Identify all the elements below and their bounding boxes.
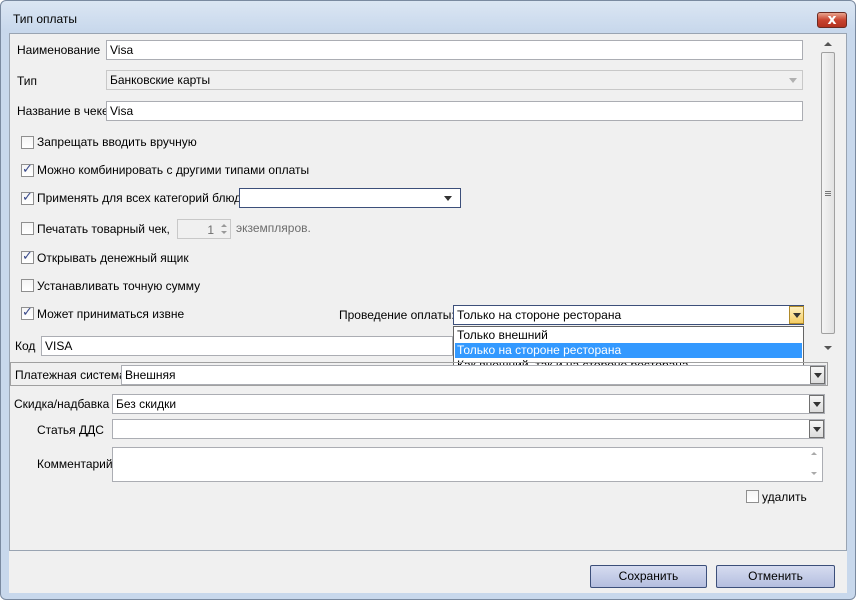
- cancel-button[interactable]: Отменить: [716, 565, 835, 588]
- payment-system-dropdown-button[interactable]: [810, 366, 825, 384]
- close-button[interactable]: x: [817, 12, 847, 28]
- scroll-up-icon[interactable]: [824, 42, 832, 46]
- payment-system-label: Платежная система:: [15, 368, 130, 382]
- print-receipt-checkbox[interactable]: [21, 222, 34, 235]
- payment-system-value: Внешняя: [125, 368, 176, 382]
- chevron-down-icon: [789, 78, 797, 83]
- grip-line: [825, 193, 831, 194]
- print-receipt-label: Печатать товарный чек,: [37, 222, 170, 236]
- code-label: Код: [15, 339, 36, 353]
- delete-label: удалить: [762, 490, 807, 504]
- name-input[interactable]: Visa: [106, 40, 803, 60]
- discount-label: Скидка/надбавка: [14, 397, 110, 411]
- stepper-down-icon[interactable]: [221, 231, 227, 234]
- checkmark-icon: ✓: [22, 162, 33, 177]
- comment-textarea[interactable]: [112, 447, 823, 482]
- window-title: Тип оплаты: [13, 12, 78, 26]
- chevron-down-icon: [813, 402, 821, 407]
- discount-select[interactable]: Без скидки: [112, 394, 825, 414]
- comment-label: Комментарий: [37, 457, 113, 471]
- delete-checkbox[interactable]: [746, 490, 759, 503]
- discount-dropdown-button[interactable]: [809, 395, 824, 413]
- processing-dropdown-button[interactable]: [789, 306, 804, 324]
- scroll-down-icon[interactable]: [824, 346, 832, 350]
- vertical-scrollbar[interactable]: [820, 38, 837, 356]
- category-dropdown[interactable]: [239, 188, 461, 208]
- close-icon: x: [827, 12, 837, 28]
- copies-value: 1: [207, 223, 214, 237]
- cash-drawer-checkbox[interactable]: ✓: [21, 249, 34, 264]
- combine-label: Можно комбинировать с другими типами опл…: [37, 163, 310, 177]
- name-label: Наименование: [17, 43, 101, 57]
- grip-line: [825, 195, 831, 196]
- option-external[interactable]: Только внешний: [455, 328, 802, 343]
- combine-checkbox[interactable]: ✓: [21, 162, 34, 177]
- title-bar[interactable]: Тип оплаты x: [1, 1, 855, 33]
- exact-amount-label: Устанавливать точную сумму: [37, 279, 201, 293]
- scroll-thumb[interactable]: [821, 52, 835, 334]
- receipt-name-input[interactable]: Visa: [106, 101, 803, 121]
- type-label: Тип: [17, 74, 38, 88]
- copies-suffix: экземпляров.: [236, 221, 311, 235]
- processing-value: Только на стороне ресторана: [457, 308, 622, 322]
- type-value: Банковские карты: [110, 73, 211, 87]
- exact-amount-checkbox[interactable]: [21, 279, 34, 292]
- chevron-down-icon: [793, 313, 801, 318]
- processing-label: Проведение оплаты:: [339, 308, 455, 322]
- checkmark-icon: ✓: [22, 190, 33, 205]
- code-input[interactable]: VISA: [41, 336, 453, 356]
- cashflow-select[interactable]: [112, 419, 825, 439]
- chevron-down-icon: [813, 427, 821, 432]
- cashflow-label: Статья ДДС: [37, 423, 104, 437]
- all-categories-checkbox[interactable]: ✓: [21, 190, 34, 205]
- type-select[interactable]: Банковские карты: [106, 70, 803, 90]
- save-button[interactable]: Сохранить: [590, 565, 707, 588]
- scroll-down-icon[interactable]: [811, 472, 817, 475]
- receipt-name-label: Название в чеке: [17, 104, 109, 118]
- payment-system-select[interactable]: Внешняя: [121, 365, 826, 385]
- cash-drawer-label: Открывать денежный ящик: [37, 251, 189, 265]
- checkmark-icon: ✓: [22, 249, 33, 264]
- copies-stepper[interactable]: 1: [177, 219, 231, 239]
- processing-select[interactable]: Только на стороне ресторана: [453, 305, 804, 325]
- external-accept-checkbox[interactable]: ✓: [21, 305, 34, 320]
- checkmark-icon: ✓: [22, 305, 33, 320]
- grip-line: [825, 191, 831, 192]
- payment-system-group: Платежная система: Внешняя: [10, 362, 828, 386]
- cashflow-dropdown-button[interactable]: [809, 420, 824, 438]
- option-restaurant[interactable]: Только на стороне ресторана: [455, 343, 802, 358]
- manual-entry-label: Запрещать вводить вручную: [37, 135, 197, 149]
- dialog-window: Тип оплаты x Наименование Visa Тип Банко…: [0, 0, 856, 600]
- stepper-up-icon[interactable]: [221, 224, 227, 227]
- scroll-up-icon[interactable]: [811, 452, 817, 455]
- manual-entry-checkbox[interactable]: [21, 136, 34, 149]
- chevron-down-icon: [444, 196, 452, 201]
- discount-value: Без скидки: [116, 397, 177, 411]
- form-panel: Наименование Visa Тип Банковские карты Н…: [9, 33, 847, 551]
- button-bar: Сохранить Отменить: [9, 551, 847, 593]
- all-categories-label: Применять для всех категорий блюд: [37, 191, 242, 205]
- external-accept-label: Может приниматься извне: [37, 307, 185, 321]
- chevron-down-icon: [814, 373, 822, 378]
